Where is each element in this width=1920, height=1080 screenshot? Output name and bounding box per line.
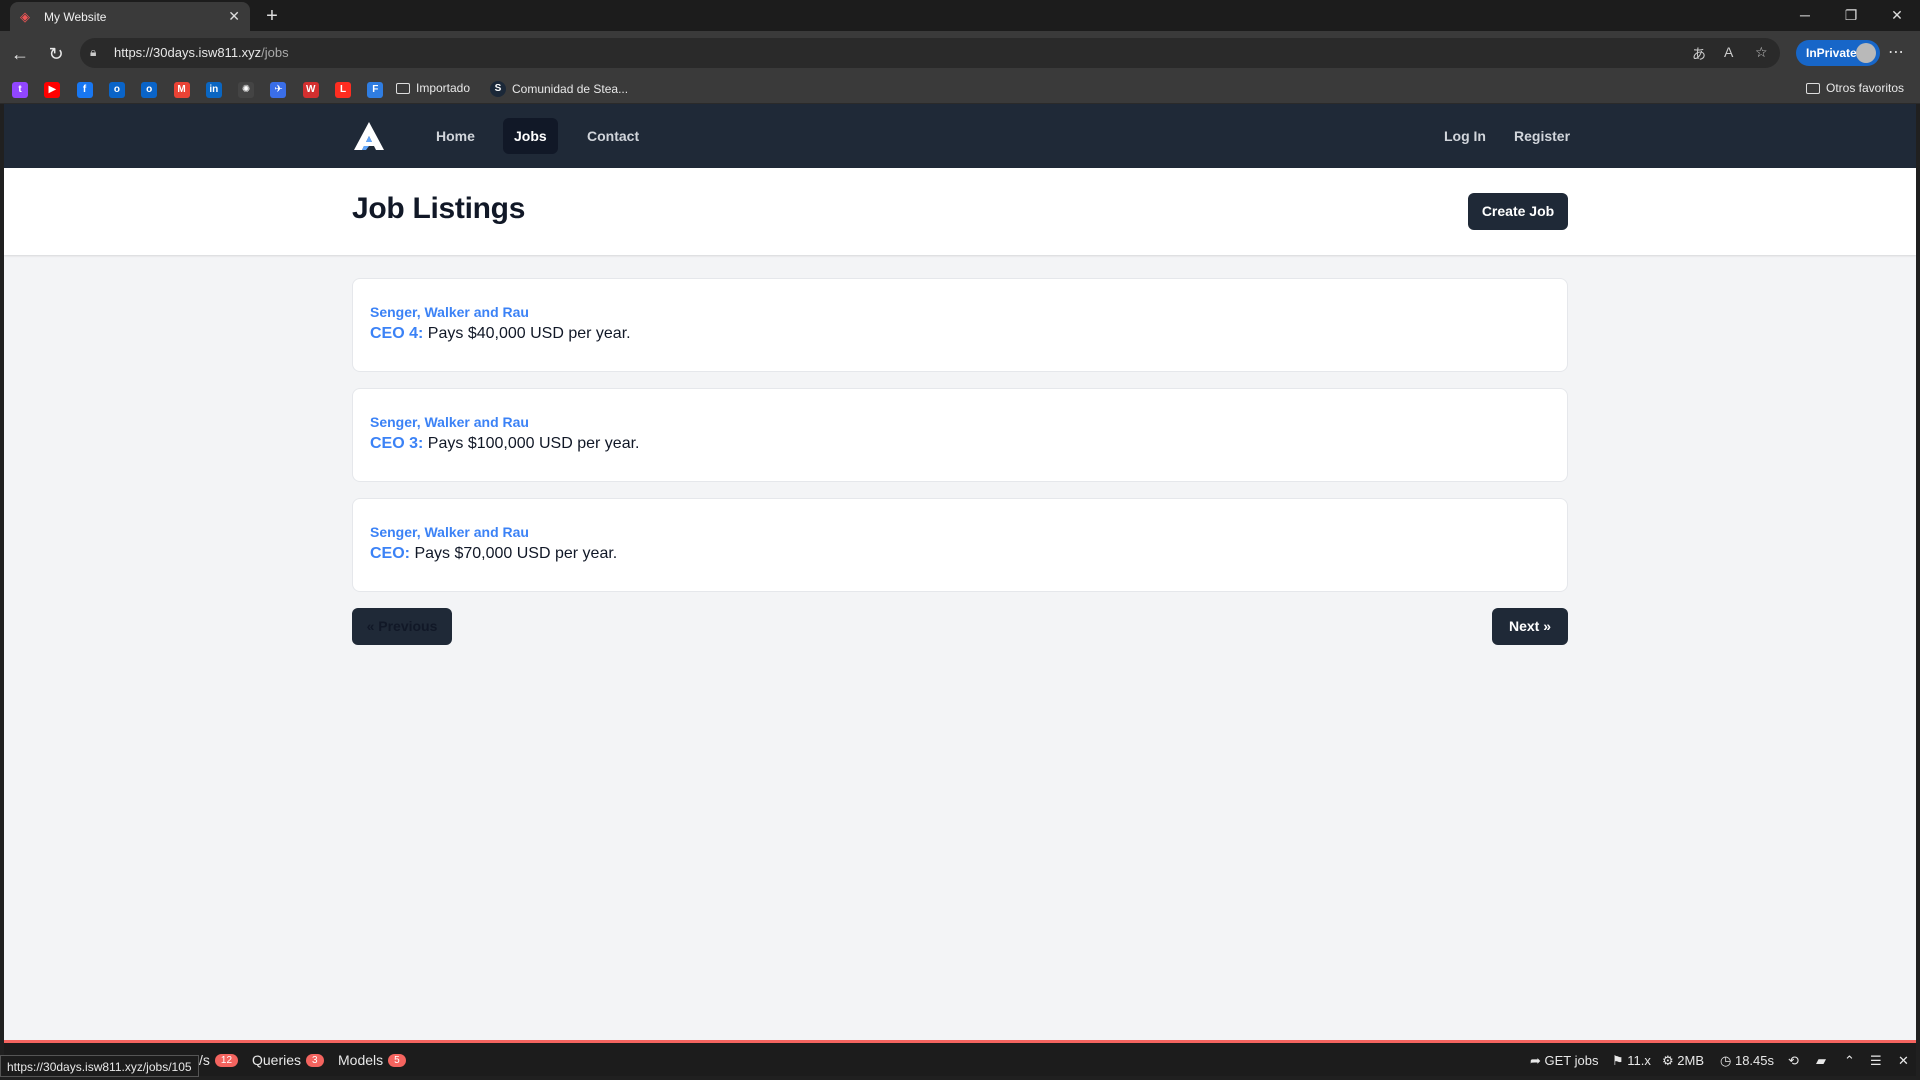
previous-page-button[interactable]: « Previous — [352, 608, 452, 645]
close-window-icon[interactable]: ✕ — [1874, 0, 1920, 31]
favorite-star-icon[interactable]: ☆ — [1755, 44, 1768, 61]
debugbar-version[interactable]: ⚑ 11.x — [1612, 1053, 1651, 1069]
laravel-favicon-icon: ◈ — [20, 8, 30, 24]
bookmark-label: Otros favoritos — [1826, 81, 1905, 95]
inprivate-badge[interactable]: InPrivate — [1796, 40, 1880, 66]
url-text: https://30days.isw811.xyz/jobs — [114, 45, 289, 60]
address-bar: ← ↻ 🔒︎ https://30days.isw811.xyz/jobs あ … — [0, 31, 1920, 76]
job-line: CEO 4: Pays $40,000 USD per year. — [370, 325, 1550, 343]
url-field[interactable]: 🔒︎ https://30days.isw811.xyz/jobs あ A ☆ — [80, 38, 1780, 68]
read-aloud-icon[interactable]: A — [1724, 44, 1733, 60]
web-page: Home Jobs Contact Log In Register Job Li… — [4, 104, 1916, 1040]
settings-sliders-icon[interactable]: ☰ — [1870, 1053, 1882, 1069]
profile-avatar — [1856, 43, 1876, 63]
job-title: CEO 3: — [370, 435, 424, 452]
bookmark-folder-importado[interactable]: Importado — [396, 81, 470, 95]
job-employer: Senger, Walker and Rau — [370, 414, 529, 430]
bookmark-folder-otros[interactable]: Otros favoritos — [1806, 81, 1904, 95]
debugbar-models[interactable]: Models 5 — [338, 1052, 406, 1068]
models-count-badge: 5 — [388, 1053, 406, 1067]
page-title: Job Listings — [352, 192, 526, 225]
translate-icon[interactable]: あ — [1692, 44, 1706, 64]
version-text: 11.x — [1627, 1053, 1651, 1068]
status-url-tooltip: https://30days.isw811.xyz/jobs/105 — [0, 1055, 199, 1077]
f-icon[interactable]: F — [367, 82, 384, 98]
time-text: 18.45s — [1734, 1053, 1775, 1068]
lock-icon: 🔒︎ — [90, 45, 97, 59]
queries-label: Queries — [252, 1052, 302, 1068]
site-navbar: Home Jobs Contact Log In Register — [4, 104, 1916, 168]
restore-icon[interactable]: ❐ — [1828, 0, 1874, 31]
debug-bar: /s 12 Queries 3 Models 5 ➦ GET jobs ⚑ 11… — [4, 1040, 1916, 1076]
facebook-icon[interactable]: f — [76, 82, 93, 98]
job-employer: Senger, Walker and Rau — [370, 524, 529, 540]
nav-contact[interactable]: Contact — [576, 118, 650, 154]
history-icon[interactable]: ⟲ — [1788, 1053, 1799, 1069]
job-pay: Pays $100,000 USD per year. — [427, 435, 640, 452]
create-job-button[interactable]: Create Job — [1468, 193, 1568, 230]
more-menu-icon[interactable]: ⋯ — [1888, 42, 1904, 62]
url-path: /jobs — [261, 45, 289, 60]
job-employer: Senger, Walker and Rau — [370, 304, 529, 320]
nav-login[interactable]: Log In — [1433, 118, 1497, 154]
next-page-button[interactable]: Next » — [1492, 608, 1568, 645]
debugbar-queries[interactable]: Queries 3 — [252, 1052, 324, 1068]
bookmark-label: Comunidad de Stea... — [512, 82, 629, 96]
twitch-icon[interactable]: t — [12, 82, 28, 98]
steam-icon: S — [490, 81, 506, 97]
memory-text: 2MB — [1677, 1053, 1705, 1068]
job-title: CEO: — [370, 545, 410, 562]
reload-icon[interactable]: ↻ — [42, 40, 70, 68]
nav-jobs[interactable]: Jobs — [503, 118, 558, 154]
job-card[interactable]: Senger, Walker and Rau CEO 4: Pays $40,0… — [352, 278, 1568, 372]
job-card[interactable]: Senger, Walker and Rau CEO: Pays $70,000… — [352, 498, 1568, 592]
folder-icon — [396, 82, 410, 94]
bookmark-label: Importado — [416, 81, 471, 95]
bookmarks-bar: t ▶ f o o Min ✺ ✈ W L F Importado S Comunidad de S… — [0, 76, 1920, 104]
openai-icon[interactable]: ✺ — [238, 82, 255, 98]
job-card[interactable]: Senger, Walker and Rau CEO 3: Pays $100,… — [352, 388, 1568, 482]
site-logo-icon[interactable] — [352, 120, 386, 152]
job-line: CEO 3: Pays $100,000 USD per year. — [370, 435, 1550, 453]
outlook-icon[interactable]: o — [141, 82, 158, 98]
debugbar-route[interactable]: ➦ GET jobs — [1530, 1053, 1598, 1069]
nav-register[interactable]: Register — [1503, 118, 1581, 154]
job-pay: Pays $70,000 USD per year. — [414, 545, 618, 562]
linkedin-icon[interactable]: in — [205, 82, 222, 98]
job-title: CEO 4: — [370, 325, 424, 342]
job-pay: Pays $40,000 USD per year. — [427, 325, 631, 342]
job-line: CEO: Pays $70,000 USD per year. — [370, 545, 1550, 563]
outlook-icon[interactable]: o — [108, 82, 125, 98]
debugbar-memory[interactable]: ⚙ 2MB — [1662, 1053, 1704, 1069]
browser-tab[interactable]: ◈ My Website ✕ — [10, 2, 250, 31]
url-host: https://30days.isw811.xyz — [114, 45, 262, 60]
page-header: Job Listings Create Job — [4, 168, 1916, 255]
back-icon[interactable]: ← — [6, 40, 34, 68]
laravel-icon[interactable]: L — [335, 82, 351, 98]
models-label: Models — [338, 1052, 384, 1068]
views-count-badge: 12 — [214, 1053, 239, 1067]
debugbar-views-label: /s — [199, 1052, 210, 1068]
new-tab-button[interactable]: + — [260, 4, 284, 28]
queries-count-badge: 3 — [306, 1053, 324, 1067]
close-debugbar-icon[interactable]: ✕ — [1898, 1053, 1909, 1069]
bookmark-steam[interactable]: S Comunidad de Stea... — [490, 81, 628, 97]
job-list: Senger, Walker and Rau CEO 4: Pays $40,0… — [352, 278, 1568, 608]
nav-home[interactable]: Home — [425, 118, 486, 154]
debugbar-views[interactable]: /s 12 — [199, 1052, 239, 1068]
inprivate-label: InPrivate — [1806, 46, 1857, 60]
tab-title: My Website — [44, 9, 107, 24]
title-bar: ◈ My Website ✕ + ─ ❐ ✕ — [0, 0, 1920, 31]
bird-icon[interactable]: ✈ — [270, 82, 287, 98]
folder-open-icon[interactable]: ▰ — [1816, 1053, 1826, 1069]
chevron-up-icon[interactable]: ⌃ — [1844, 1053, 1855, 1069]
folder-icon — [1806, 82, 1820, 94]
route-text: GET jobs — [1544, 1053, 1599, 1068]
gmail-icon[interactable]: M — [173, 82, 190, 98]
debugbar-time[interactable]: ◷ 18.45s — [1720, 1053, 1774, 1069]
minimize-icon[interactable]: ─ — [1782, 0, 1828, 31]
tab-close-icon[interactable]: ✕ — [228, 8, 240, 25]
youtube-icon[interactable]: ▶ — [44, 82, 61, 98]
w-icon[interactable]: W — [302, 82, 319, 98]
